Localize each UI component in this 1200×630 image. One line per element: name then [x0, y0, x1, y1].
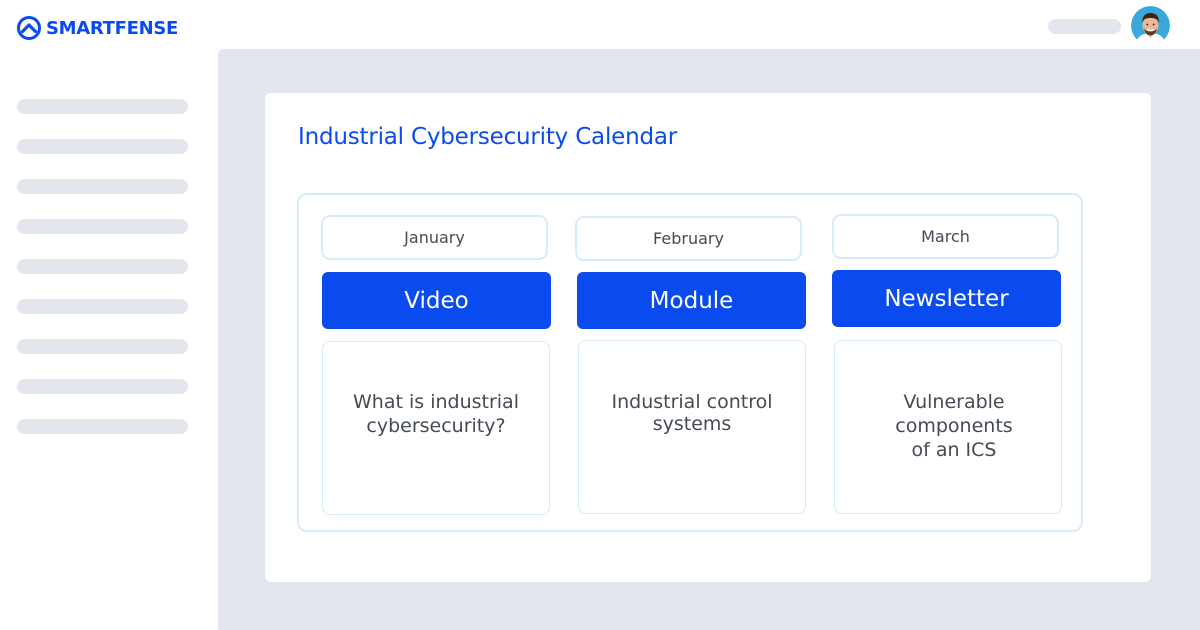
content-description-card[interactable]: What is industrial cybersecurity?: [322, 341, 550, 515]
sidebar-item-placeholder[interactable]: [17, 179, 188, 194]
sidebar-item-placeholder[interactable]: [17, 299, 188, 314]
month-label-february: February: [575, 216, 802, 261]
content-description: Vulnerable components of an ICS: [895, 391, 1013, 461]
sidebar-item-placeholder[interactable]: [17, 379, 188, 394]
sidebar-item-placeholder[interactable]: [17, 139, 188, 154]
content-type-module[interactable]: Module: [577, 272, 806, 329]
content-description: What is industrial cybersecurity?: [353, 391, 519, 437]
sidebar-item-placeholder[interactable]: [17, 99, 188, 114]
sidebar-item-placeholder[interactable]: [17, 419, 188, 434]
month-label-march: March: [832, 214, 1059, 259]
brand-logo[interactable]: SMARTFENSE: [16, 13, 178, 43]
page-title: Industrial Cybersecurity Calendar: [298, 124, 678, 150]
brand-name: SMARTFENSE: [46, 17, 179, 39]
user-name-placeholder: [1048, 19, 1121, 34]
content-description: Industrial control systems: [611, 391, 773, 435]
content-type-newsletter[interactable]: Newsletter: [832, 270, 1061, 327]
content-description-card[interactable]: Industrial control systems: [578, 340, 806, 514]
smartfense-logo-icon: [17, 16, 41, 40]
content-type-video[interactable]: Video: [322, 272, 551, 329]
content-description-card[interactable]: Vulnerable components of an ICS: [834, 340, 1062, 514]
sidebar-item-placeholder[interactable]: [17, 339, 188, 354]
sidebar-item-placeholder[interactable]: [17, 219, 188, 234]
month-label-january: January: [321, 215, 548, 260]
sidebar-item-placeholder[interactable]: [17, 259, 188, 274]
user-avatar-icon[interactable]: [1131, 6, 1170, 45]
